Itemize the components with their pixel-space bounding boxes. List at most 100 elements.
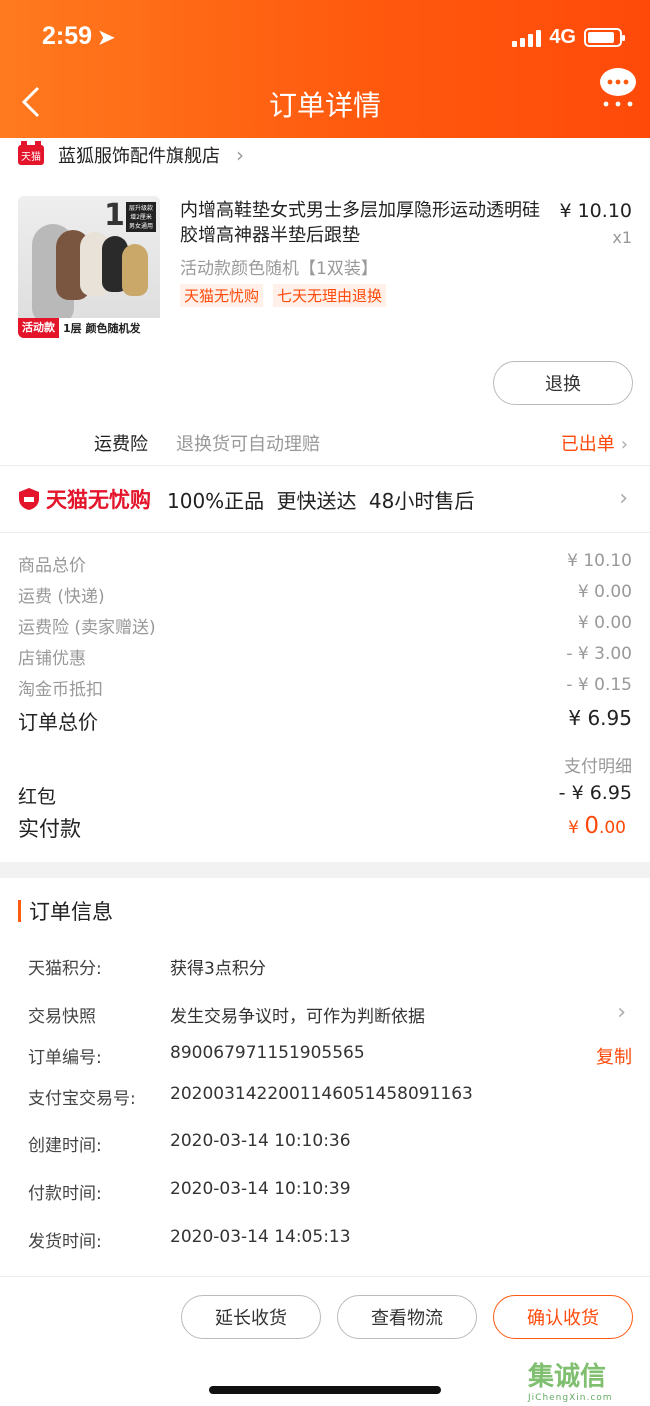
tmall-guarantee-logo: 天猫无忧购 — [18, 484, 151, 514]
product-tag: 天猫无忧购 — [180, 284, 264, 307]
price-label: 店铺优惠 — [18, 649, 86, 669]
extend-receipt-button[interactable]: 延长收货 — [181, 1295, 321, 1339]
snapshot-value: 发生交易争议时，可作为判断依据 — [170, 1007, 425, 1027]
chevron-right-icon: › — [236, 143, 244, 167]
freight-insurance-row[interactable]: 运费险 退换货可自动理赔 已出单 › — [0, 420, 650, 464]
currency-symbol: ¥ — [568, 818, 585, 838]
status-indicators: 4G — [512, 26, 625, 49]
freight-status-text: 已出单 — [560, 434, 615, 455]
paid-time-label: 付款时间: — [28, 1184, 102, 1204]
snapshot-label: 交易快照 — [28, 1007, 96, 1027]
paid-decimal: .00 — [598, 818, 626, 838]
alipay-number-label: 支付宝交易号: — [28, 1089, 136, 1109]
guarantee-brand: 天猫无忧购 — [46, 488, 151, 512]
guarantee-text: 100%正品 更快送达 48小时售后 — [167, 488, 475, 513]
home-indicator[interactable] — [209, 1386, 441, 1394]
paid-integer: 0 — [584, 813, 599, 839]
freight-insurance-desc: 退换货可自动理赔 — [176, 434, 320, 455]
order-info-title: 订单信息 — [29, 900, 113, 924]
price-row: 运费险 (卖家赠送) ¥ 0.00 — [18, 610, 632, 641]
price-breakdown: 商品总价 ¥ 10.10 运费 (快递) ¥ 0.00 运费险 (卖家赠送) ¥ 0.… — [18, 548, 632, 747]
price-label: 运费 (快递) — [18, 587, 105, 607]
chat-bubble-icon — [600, 68, 636, 107]
red-packet-row: 红包 - ¥ 6.95 — [18, 782, 632, 809]
location-arrow-icon: ➤ — [98, 27, 115, 49]
network-type: 4G — [549, 26, 576, 48]
status-time: 2:59 ➤ — [42, 22, 115, 50]
store-row[interactable]: 天猫 蓝狐服饰配件旗舰店 › — [0, 138, 650, 172]
product-tag: 七天无理由退换 — [273, 284, 387, 307]
price-row: 淘金币抵扣 - ¥ 0.15 — [18, 672, 632, 703]
return-exchange-button[interactable]: 退换 — [493, 361, 633, 405]
page-title: 订单详情 — [268, 89, 381, 122]
divider — [0, 532, 650, 533]
price-value: ¥ 0.00 — [577, 613, 632, 633]
order-number-label: 订单编号: — [28, 1048, 102, 1068]
product-spec: 活动款颜色随机【1双装】 — [180, 259, 378, 279]
actual-paid-value: ¥ 0.00 — [568, 813, 626, 839]
image-badge-line: 层升级款 — [128, 205, 153, 212]
chevron-right-icon: › — [620, 434, 628, 455]
product-quantity: x1 — [612, 228, 632, 247]
price-label: 淘金币抵扣 — [18, 680, 103, 700]
points-value: 获得3点积分 — [170, 959, 266, 979]
price-row: 店铺优惠 - ¥ 3.00 — [18, 641, 632, 672]
image-number: 1 — [104, 198, 125, 233]
product-price: ¥ 10.10 — [559, 200, 632, 222]
red-packet-value: - ¥ 6.95 — [558, 782, 632, 804]
shipped-time-label: 发货时间: — [28, 1232, 102, 1252]
order-total-label: 订单总价 — [18, 710, 98, 734]
message-button[interactable] — [598, 66, 638, 110]
heading-accent — [18, 900, 21, 922]
product-tags: 天猫无忧购 七天无理由退换 — [180, 284, 387, 307]
view-logistics-button[interactable]: 查看物流 — [337, 1295, 477, 1339]
chevron-right-icon: › — [617, 1000, 626, 1025]
image-badge: 层升级款 增2厘米 男女通用 — [126, 202, 156, 232]
paid-time-value: 2020-03-14 10:10:39 — [170, 1179, 351, 1199]
shield-icon — [19, 488, 39, 510]
actual-paid-label: 实付款 — [18, 817, 81, 841]
battery-icon — [584, 28, 625, 47]
price-label: 运费险 (卖家赠送) — [18, 618, 156, 638]
actual-paid-row: 实付款 ¥ 0.00 — [18, 813, 632, 843]
tmall-logo-icon: 天猫 — [18, 141, 44, 165]
shipped-time-value: 2020-03-14 14:05:13 — [170, 1227, 351, 1247]
confirm-receipt-button[interactable]: 确认收货 — [493, 1295, 633, 1339]
section-gap — [0, 862, 650, 878]
price-value: ¥ 0.00 — [577, 582, 632, 602]
guarantee-banner[interactable]: 天猫无忧购 100%正品 更快送达 48小时售后 › — [0, 466, 650, 532]
price-row: 运费 (快递) ¥ 0.00 — [18, 579, 632, 610]
created-time-label: 创建时间: — [28, 1136, 102, 1156]
image-caption-bar: 活动款 1层 颜色随机发 — [18, 318, 160, 338]
points-label: 天猫积分: — [28, 959, 102, 979]
price-value: - ¥ 0.15 — [566, 675, 632, 695]
header-bar: 2:59 ➤ 4G 订单详情 — [0, 0, 650, 138]
order-info-heading: 订单信息 — [18, 896, 113, 926]
alipay-number-value: 2020031422001146051458091163 — [170, 1084, 473, 1104]
store-name: 蓝狐服饰配件旗舰店 — [58, 146, 220, 167]
image-promo-tag: 活动款 — [18, 318, 59, 338]
red-packet-label: 红包 — [18, 786, 57, 808]
product-item[interactable]: 1 层升级款 增2厘米 男女通用 活动款 1层 颜色随机发 内增高鞋垫女式男士多… — [18, 196, 632, 342]
price-value: - ¥ 3.00 — [566, 644, 632, 664]
order-total-row: 订单总价 ¥ 6.95 — [18, 703, 632, 747]
product-image[interactable]: 1 层升级款 增2厘米 男女通用 活动款 1层 颜色随机发 — [18, 196, 160, 338]
image-badge-line: 男女通用 — [128, 223, 153, 230]
watermark-url: JiChengXin.com — [528, 1393, 613, 1403]
order-total-value: ¥ 6.95 — [568, 706, 632, 730]
copy-button[interactable]: 复制 — [596, 1043, 632, 1069]
freight-insurance-label: 运费险 — [94, 434, 148, 455]
watermark-chars: 集诚信 — [528, 1362, 607, 1392]
freight-insurance-status: 已出单 › — [561, 430, 628, 456]
image-badge-line: 增2厘米 — [130, 214, 152, 221]
price-value: ¥ 10.10 — [567, 551, 632, 571]
order-number-value: 890067971151905565 — [170, 1043, 365, 1063]
product-title[interactable]: 内增高鞋垫女式男士多层加厚隐形运动透明硅胶增高神器半垫后跟垫 — [180, 198, 540, 248]
image-caption: 1层 颜色随机发 — [63, 322, 141, 335]
chevron-right-icon: › — [619, 486, 628, 511]
price-row: 商品总价 ¥ 10.10 — [18, 548, 632, 579]
signal-icon — [512, 29, 542, 47]
site-watermark: 集诚信 JiChengXin.com — [528, 1356, 646, 1403]
payment-detail-link[interactable]: 支付明细 — [564, 752, 632, 777]
price-label: 商品总价 — [18, 556, 86, 576]
